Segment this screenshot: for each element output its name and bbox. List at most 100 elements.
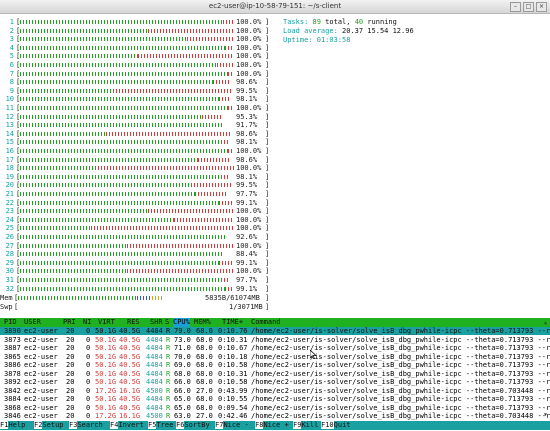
table-row[interactable]: 3887 ec2-user 20 0 50.1G 40.5G 4484 R 71.0 68.0 0:… — [0, 344, 550, 352]
cell-pri: 20 — [66, 403, 75, 412]
cpu-number: 12 — [5, 112, 14, 121]
col-shr[interactable]: SHR — [150, 318, 163, 327]
fkey-help[interactable]: F1Help — [0, 421, 25, 430]
fkey-setup[interactable]: F2Setup — [34, 421, 64, 430]
mem-buffers-segment — [137, 296, 152, 300]
cpu-number: 17 — [5, 155, 14, 164]
terminal-area[interactable]: 1[100.0%] 2[100.0%] 3[100.0%] 4[100.0%] 5[10… — [0, 14, 550, 431]
cell-pri: 20 — [66, 335, 75, 344]
mem-meter: Mem [ 5835B/61074MB ] — [0, 294, 270, 302]
cpu-system-segment — [94, 166, 234, 171]
cell-res: 40.5G — [119, 378, 141, 386]
cpu-user-segment — [20, 80, 213, 85]
cpu-number: 18 — [5, 164, 14, 173]
col-mem[interactable]: MEM% — [194, 318, 211, 327]
table-row[interactable]: 3890 ec2-user 20 0 50.1G 40.5G 4484 R 79.0 68.0 0:… — [0, 327, 550, 335]
cell-virt: 50.1G — [95, 352, 117, 361]
cell-cpu: 70.0 — [174, 352, 191, 361]
fkey-invert[interactable]: F4Invert — [110, 421, 144, 430]
fkey-search[interactable]: F3Search — [69, 421, 103, 430]
cpu-meter: 17[98.6%] — [0, 156, 275, 164]
col-pid[interactable]: PID — [4, 318, 17, 327]
cell-mem: 68.0 — [196, 327, 213, 335]
fkey-kill[interactable]: F9Kill — [293, 421, 318, 430]
cpu-number: 14 — [5, 129, 14, 138]
cpu-percent: 100.0% — [236, 207, 262, 216]
table-row[interactable]: 3846 ec2-user 20 0 17.2G 16.1G 4500 R 63.0 27.0 0:… — [0, 412, 550, 420]
cell-mem: 68.0 — [196, 403, 213, 412]
cell-cpu: 66.0 — [174, 386, 191, 395]
fkey-tree[interactable]: F5Tree — [148, 421, 173, 430]
col-pri[interactable]: PRI — [63, 318, 76, 327]
table-row[interactable]: 3868 ec2-user 20 0 50.1G 40.5G 4484 R 65.0 68.0 0:… — [0, 404, 550, 412]
cell-pid: 3842 — [4, 386, 21, 395]
cell-ni: 0 — [86, 335, 91, 344]
function-key-bar: F1Help F2Setup F3Search F4Invert F5Tree F6Sor… — [0, 421, 550, 430]
cpu-usage-bar — [20, 80, 234, 85]
load-line: Load average: 20.37 15.54 12.96 — [283, 27, 414, 35]
load-average: 20.37 15.54 12.96 — [342, 27, 414, 35]
cpu-system-segment — [227, 106, 234, 110]
scroll-up-icon[interactable]: ▲ — [542, 320, 549, 327]
cpu-user-segment — [20, 37, 187, 42]
cpu-meter: 12[95.3%] — [0, 113, 275, 121]
col-res[interactable]: RES — [127, 318, 140, 327]
fkey-sortby[interactable]: F6SortBy — [176, 421, 210, 430]
table-row[interactable]: 3886 ec2-user 20 0 50.1G 40.5G 4484 R 69.0 68.0 0:… — [0, 361, 550, 369]
cpu-user-segment — [20, 260, 220, 265]
minimize-icon[interactable]: – — [510, 2, 521, 12]
cpu-meter: 32[99.1%] — [0, 285, 275, 293]
cpu-usage-bar — [20, 123, 234, 128]
col-s[interactable]: S — [165, 318, 169, 327]
cpu-meter: 6[100.0%] — [0, 61, 275, 69]
cpu-usage-bar — [20, 243, 234, 248]
cpu-usage-bar — [20, 286, 234, 291]
col-cpu-sorted[interactable]: CPU% — [173, 318, 190, 327]
cell-shr: 4484 — [146, 352, 163, 361]
cell-command: /home/ec2-user/is-solver/solve_isB_dbg_p… — [251, 395, 550, 403]
table-row[interactable]: 3842 ec2-user 20 0 17.2G 16.1G 4500 R 66.0 27.0 0:… — [0, 387, 550, 395]
col-command[interactable]: Command — [251, 318, 281, 327]
maximize-icon[interactable]: □ — [523, 2, 534, 12]
cell-cpu: 65.0 — [174, 403, 191, 412]
cell-cpu: 73.0 — [174, 335, 191, 344]
cell-state: R — [166, 344, 171, 352]
fkey-nice[interactable]: F7Nice - — [215, 421, 249, 430]
col-virt[interactable]: VIRT — [98, 318, 115, 327]
cpu-meter: 14[98.6%] — [0, 130, 275, 138]
cell-virt: 50.1G — [95, 403, 117, 412]
cell-user: ec2-user — [24, 352, 58, 361]
table-row[interactable]: 3873 ec2-user 20 0 50.1G 40.5G 4484 R 73.0 68.0 0:… — [0, 336, 550, 344]
cell-pri: 20 — [66, 327, 75, 335]
cpu-percent: 98.6% — [236, 155, 258, 164]
scroll-down-icon[interactable]: ▼ — [542, 412, 549, 419]
cpu-usage-bar — [20, 157, 234, 162]
cell-res: 40.5G — [119, 369, 141, 378]
cpu-meter: 21[97.7%] — [0, 190, 275, 198]
cpu-user-segment — [20, 63, 217, 67]
fkey-quit[interactable]: F10Quit — [321, 421, 351, 430]
fkey-nice[interactable]: F8Nice + — [255, 421, 289, 430]
col-user[interactable]: USER — [24, 318, 41, 327]
cell-command: /home/ec2-user/is-solver/solve_isB_dbg_p… — [251, 403, 550, 412]
cell-virt: 50.1G — [95, 361, 117, 369]
close-icon[interactable]: × — [536, 2, 547, 12]
cell-time: 0:10.31 — [218, 335, 248, 344]
cpu-system-segment — [221, 278, 228, 282]
cell-mem: 68.0 — [196, 369, 213, 378]
col-time[interactable]: TIME+ — [222, 318, 243, 327]
cpu-usage-bar — [20, 183, 234, 188]
cell-shr: 4500 — [146, 412, 163, 420]
col-ni[interactable]: NI — [83, 318, 91, 327]
table-row[interactable]: 3884 ec2-user 20 0 50.1G 40.5G 4484 R 65.0 68.0 0:… — [0, 395, 550, 403]
cell-cpu: 68.0 — [174, 369, 191, 378]
cpu-number: 19 — [5, 172, 14, 181]
cell-time: 0:10.76 — [218, 327, 248, 335]
process-table-header[interactable]: PID USER PRI NI VIRT RES SHR S CPU% MEM%… — [0, 318, 550, 327]
table-row[interactable]: 3878 ec2-user 20 0 50.1G 40.5G 4484 R 68.0 68.0 0:… — [0, 370, 550, 378]
cpu-meter: 8[98.6%] — [0, 78, 275, 86]
table-row[interactable]: 3892 ec2-user 20 0 50.1G 40.5G 4484 R 66.0 68.0 0:… — [0, 378, 550, 386]
table-row[interactable]: 3865 ec2-user 20 0 50.1G 40.5G 4484 R 70.0 68.0 0:… — [0, 353, 550, 361]
cpu-meter: 24[100.0%] — [0, 216, 275, 224]
cell-pid: 3892 — [4, 378, 21, 386]
